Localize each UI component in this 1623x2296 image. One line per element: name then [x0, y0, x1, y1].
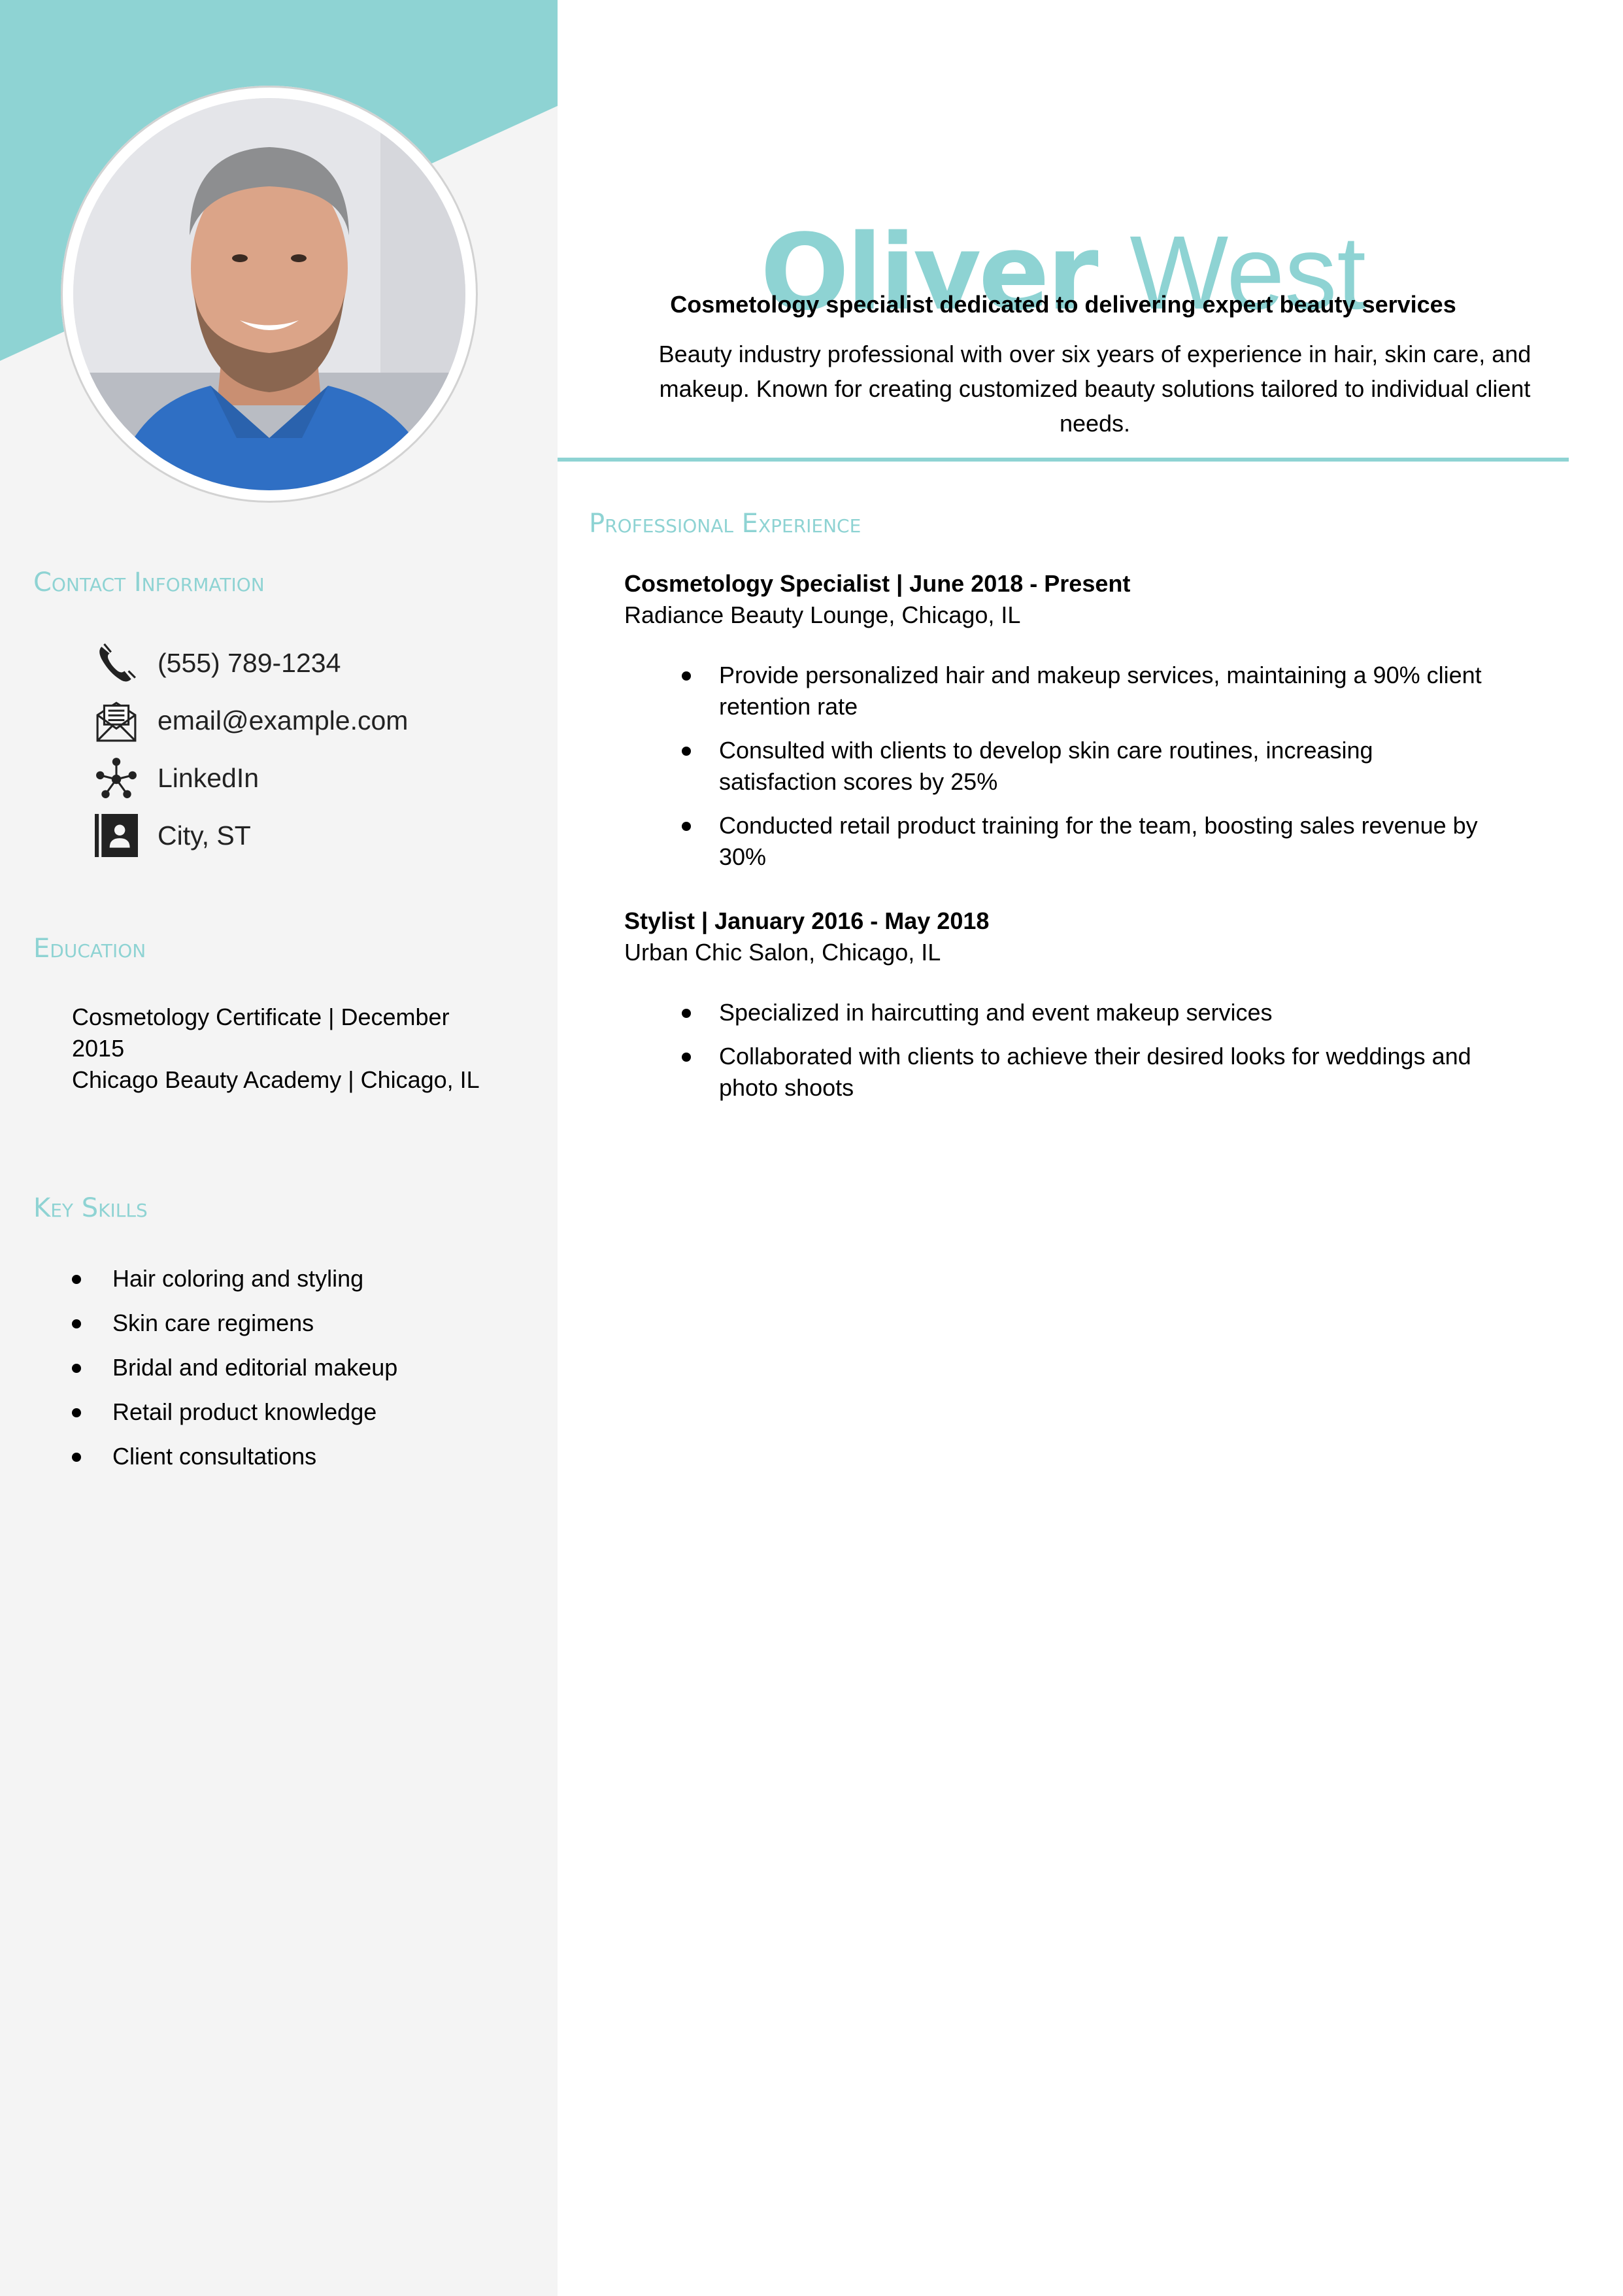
bullet-icon — [682, 1053, 691, 1062]
job-bullet: Specialized in haircutting and event mak… — [624, 997, 1497, 1028]
profile-photo-frame — [61, 86, 478, 503]
job-bullet: Provide personalized hair and makeup ser… — [624, 660, 1497, 722]
skills-heading: Key Skills — [33, 1193, 148, 1223]
profile-photo — [73, 98, 465, 490]
tagline: Cosmetology specialist dedicated to deli… — [670, 291, 1456, 318]
contact-linkedin-text: LinkedIn — [158, 762, 259, 793]
job-bullets: Specialized in haircutting and event mak… — [624, 997, 1539, 1104]
contact-heading: Contact Information — [33, 567, 265, 598]
summary: Beauty industry professional with over s… — [658, 341, 1531, 437]
skill-text: Skin care regimens — [112, 1309, 314, 1336]
education-heading: Education — [33, 934, 146, 964]
portrait-illustration — [73, 98, 465, 490]
bullet-icon — [72, 1453, 81, 1462]
job-bullet-text: Consulted with clients to develop skin c… — [719, 737, 1373, 795]
sidebar: Contact Information (555) 789-1234 email… — [0, 0, 558, 2296]
job-bullet: Conducted retail product training for th… — [624, 810, 1497, 873]
skill-text: Client consultations — [112, 1443, 317, 1470]
skill-text: Bridal and editorial makeup — [112, 1354, 398, 1381]
skill-item: Skin care regimens — [72, 1308, 397, 1352]
job-bullet: Collaborated with clients to achieve the… — [624, 1041, 1497, 1104]
bullet-icon — [72, 1408, 81, 1417]
job-entry: Cosmetology Specialist | June 2018 - Pre… — [624, 568, 1539, 885]
education-degree: Cosmetology Certificate | December 2015 — [72, 1004, 450, 1062]
job-company: Urban Chic Salon, Chicago, IL — [624, 939, 941, 966]
contact-email[interactable]: email@example.com — [95, 692, 408, 749]
skill-item: Hair coloring and styling — [72, 1263, 397, 1308]
job-entry: Stylist | January 2016 - May 2018 Urban … — [624, 905, 1539, 1116]
job-bullet-text: Specialized in haircutting and event mak… — [719, 999, 1273, 1026]
contact-location: City, ST — [95, 807, 408, 864]
skills-list: Hair coloring and styling Skin care regi… — [72, 1263, 397, 1485]
bullet-icon — [682, 671, 691, 681]
contact-list: (555) 789-1234 email@example.com LinkedI… — [95, 634, 408, 864]
contact-phone-text: (555) 789-1234 — [158, 647, 341, 678]
education-entry: Cosmetology Certificate | December 2015 … — [72, 1002, 490, 1096]
skill-text: Retail product knowledge — [112, 1398, 377, 1425]
job-bullet-text: Collaborated with clients to achieve the… — [719, 1043, 1471, 1101]
skill-item: Retail product knowledge — [72, 1396, 397, 1441]
contact-linkedin[interactable]: LinkedIn — [95, 749, 408, 807]
job-company: Radiance Beauty Lounge, Chicago, IL — [624, 601, 1021, 628]
contact-phone: (555) 789-1234 — [95, 634, 408, 692]
bullet-icon — [682, 747, 691, 756]
skill-item: Bridal and editorial makeup — [72, 1352, 397, 1396]
job-title: Cosmetology Specialist | June 2018 - Pre… — [624, 570, 1131, 597]
address-book-icon — [95, 814, 138, 857]
bullet-icon — [72, 1364, 81, 1373]
education-school: Chicago Beauty Academy | Chicago, IL — [72, 1066, 480, 1093]
bullet-icon — [682, 822, 691, 831]
job-bullets: Provide personalized hair and makeup ser… — [624, 660, 1539, 873]
bullet-icon — [72, 1319, 81, 1328]
email-icon — [95, 699, 138, 742]
skill-item: Client consultations — [72, 1441, 397, 1485]
contact-location-text: City, ST — [158, 820, 251, 851]
skill-text: Hair coloring and styling — [112, 1265, 364, 1292]
bullet-icon — [72, 1275, 81, 1284]
job-bullet: Consulted with clients to develop skin c… — [624, 735, 1497, 798]
contact-email-text: email@example.com — [158, 705, 409, 735]
header-divider — [558, 458, 1569, 462]
bullet-icon — [682, 1009, 691, 1018]
job-bullet-text: Provide personalized hair and makeup ser… — [719, 662, 1482, 720]
job-bullet-text: Conducted retail product training for th… — [719, 812, 1478, 870]
job-title: Stylist | January 2016 - May 2018 — [624, 907, 990, 934]
phone-icon — [95, 641, 138, 684]
network-icon — [95, 756, 138, 800]
experience-heading: Professional Experience — [589, 509, 862, 539]
